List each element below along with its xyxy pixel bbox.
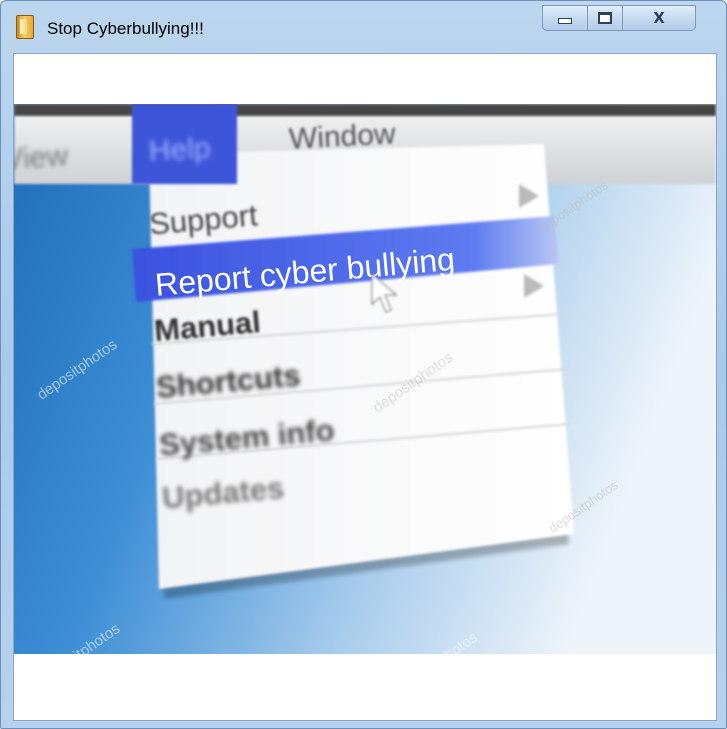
window-client-area: View Help Window Support Report cyber bu…	[13, 53, 717, 721]
cyberbullying-photo: View Help Window Support Report cyber bu…	[14, 104, 716, 654]
menu-view: View	[14, 139, 69, 176]
menu-window: Window	[288, 117, 397, 156]
title-bar[interactable]: Stop Cyberbullying!!! X	[1, 1, 726, 53]
window-controls: X	[542, 5, 696, 31]
close-button[interactable]: X	[623, 5, 696, 31]
maximize-button[interactable]	[588, 5, 623, 31]
minimize-button[interactable]	[542, 5, 588, 31]
menu-help: Help	[148, 132, 211, 168]
app-window: Stop Cyberbullying!!! X View Help Window…	[0, 0, 727, 729]
maximize-icon	[598, 12, 612, 24]
close-icon: X	[653, 9, 665, 27]
minimize-icon	[558, 18, 572, 24]
folder-app-icon	[16, 15, 34, 39]
window-title: Stop Cyberbullying!!!	[47, 19, 204, 38]
